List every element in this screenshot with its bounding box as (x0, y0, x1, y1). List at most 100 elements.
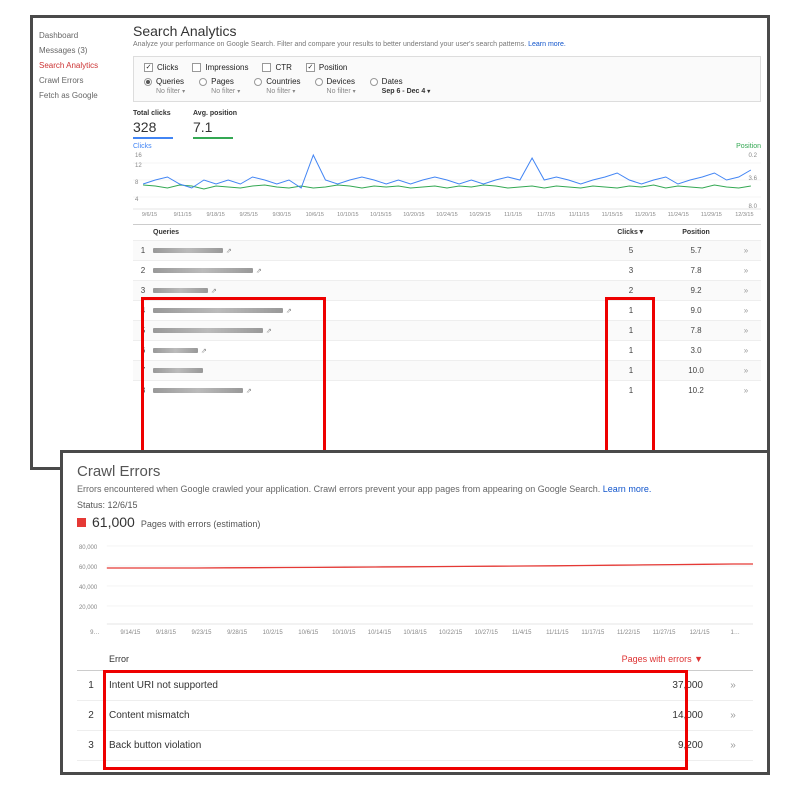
sidebar-item-crawl-errors[interactable]: Crawl Errors (39, 73, 128, 88)
external-link-icon: ⇗ (246, 388, 252, 395)
metric-underline-green (193, 137, 233, 139)
status-label: Status: (77, 500, 108, 510)
legend-position: Position (736, 143, 761, 150)
metric-checkboxes: ✓Clicks Impressions CTR ✓Position (144, 63, 750, 72)
checkbox-position[interactable]: ✓Position (306, 63, 347, 72)
filter-panel: ✓Clicks Impressions CTR ✓Position Querie… (133, 56, 761, 102)
chevron-double-right-icon[interactable]: » (744, 246, 748, 255)
legend-clicks: Clicks (133, 143, 152, 150)
chevron-double-right-icon[interactable]: » (744, 346, 748, 355)
table-row[interactable]: 1 Intent URI not supported 37,000 » (77, 671, 753, 701)
table-row[interactable]: 4⇗19.0» (133, 300, 761, 320)
crawl-errors-chart: 80,000 60,000 40,000 20,000 (77, 536, 753, 626)
chevron-double-right-icon[interactable]: » (744, 306, 748, 315)
page-title: Search Analytics (133, 23, 761, 39)
table-row[interactable]: 5⇗17.8» (133, 320, 761, 340)
error-name: Content mismatch (105, 710, 573, 721)
svg-text:4: 4 (135, 197, 139, 203)
sidebar-item-messages[interactable]: Messages (3) (39, 43, 128, 58)
learn-more-link[interactable]: Learn more. (528, 41, 566, 48)
checkbox-position-label: Position (319, 63, 347, 72)
radio-countries[interactable]: Countries (254, 77, 300, 86)
col-queries[interactable]: Queries (153, 229, 333, 236)
caret-down-icon: ▾ (427, 88, 430, 95)
table-row[interactable]: 3⇗29.2» (133, 280, 761, 300)
radio-dates[interactable]: Dates (370, 77, 403, 86)
page-subtitle: Analyze your performance on Google Searc… (133, 41, 761, 48)
metric-cards: Total clicks 328 Avg. position 7.1 (133, 110, 761, 139)
main-content: Search Analytics Analyze your performanc… (133, 23, 761, 400)
metric-value: 7.1 (193, 117, 237, 137)
table-row[interactable]: 7110.0» (133, 360, 761, 380)
sidebar: Dashboard Messages (3) Search Analytics … (33, 18, 128, 103)
chevron-double-right-icon[interactable]: » (744, 266, 748, 275)
sidebar-item-dashboard[interactable]: Dashboard (39, 28, 128, 43)
search-analytics-panel: Dashboard Messages (3) Search Analytics … (30, 15, 770, 470)
external-link-icon: ⇗ (226, 248, 232, 255)
legend-square-icon (77, 518, 86, 527)
metric-total-clicks: Total clicks 328 (133, 110, 173, 139)
filter-queries[interactable]: No filter▾ (144, 88, 185, 95)
col-error[interactable]: Error (105, 654, 573, 664)
filter-dates[interactable]: Sep 6 - Dec 4▾ (370, 88, 431, 95)
filter-pages[interactable]: No filter▾ (199, 88, 240, 95)
error-count-suffix: Pages with errors (estimation) (141, 519, 261, 529)
chevron-double-right-icon[interactable]: » (744, 386, 748, 395)
sidebar-item-search-analytics[interactable]: Search Analytics (39, 58, 128, 73)
external-link-icon: ⇗ (266, 328, 272, 335)
table-row[interactable]: 2⇗37.8» (133, 260, 761, 280)
caret-down-icon: ▾ (292, 88, 295, 95)
subtitle-text: Errors encountered when Google crawled y… (77, 484, 603, 494)
table-row[interactable]: 8⇗110.2» (133, 380, 761, 400)
checkbox-impressions[interactable]: Impressions (192, 63, 248, 72)
chevron-double-right-icon[interactable]: » (730, 710, 736, 721)
svg-text:80,000: 80,000 (79, 545, 98, 551)
filter-devices[interactable]: No filter▾ (315, 88, 356, 95)
chevron-double-right-icon[interactable]: » (744, 326, 748, 335)
error-pages: 9,200 (573, 740, 713, 751)
chevron-double-right-icon[interactable]: » (730, 680, 736, 691)
caret-down-icon: ▾ (237, 88, 240, 95)
col-position[interactable]: Position (661, 229, 731, 236)
metric-label: Total clicks (133, 110, 173, 117)
filter-countries[interactable]: No filter▾ (254, 88, 295, 95)
query-table-body: 1⇗55.7» 2⇗37.8» 3⇗29.2» 4⇗19.0» 5⇗17.8» … (133, 240, 761, 400)
checkbox-clicks[interactable]: ✓Clicks (144, 63, 178, 72)
error-pages: 37,000 (573, 680, 713, 691)
chevron-double-right-icon[interactable]: » (744, 366, 748, 375)
status-date: 12/6/15 (108, 500, 138, 510)
metric-label: Avg. position (193, 110, 237, 117)
radio-devices[interactable]: Devices (315, 77, 355, 86)
external-link-icon: ⇗ (201, 348, 207, 355)
caret-down-icon: ▾ (353, 88, 356, 95)
error-table-header: Error Pages with errors ▼ (77, 648, 753, 671)
chevron-double-right-icon[interactable]: » (744, 286, 748, 295)
svg-text:60,000: 60,000 (79, 565, 98, 571)
checkbox-ctr[interactable]: CTR (262, 63, 291, 72)
sidebar-item-fetch-as-google[interactable]: Fetch as Google (39, 88, 128, 103)
radio-pages[interactable]: Pages (199, 77, 234, 86)
col-clicks[interactable]: Clicks▼ (601, 229, 661, 236)
metric-underline-blue (133, 137, 173, 139)
col-pages-with-errors[interactable]: Pages with errors ▼ (573, 654, 713, 664)
learn-more-link[interactable]: Learn more. (603, 484, 652, 494)
line-chart: 16 12 8 4 0.2 3.6 8.0 (133, 150, 761, 210)
table-row[interactable]: 6⇗13.0» (133, 340, 761, 360)
metric-avg-position: Avg. position 7.1 (193, 110, 237, 139)
dimension-radios: Queries No filter▾ Pages No filter▾ Coun… (144, 77, 750, 95)
chevron-double-right-icon[interactable]: » (730, 740, 736, 751)
caret-down-icon: ▾ (182, 88, 185, 95)
checkbox-ctr-label: CTR (275, 63, 291, 72)
svg-text:40,000: 40,000 (79, 585, 98, 591)
radio-queries[interactable]: Queries (144, 77, 184, 86)
query-table-header: Queries Clicks▼ Position (133, 224, 761, 240)
external-link-icon: ⇗ (286, 308, 292, 315)
svg-text:0.2: 0.2 (749, 153, 758, 159)
external-link-icon: ⇗ (256, 268, 262, 275)
table-row[interactable]: 3 Back button violation 9,200 » (77, 731, 753, 761)
table-row[interactable]: 1⇗55.7» (133, 240, 761, 260)
table-row[interactable]: 2 Content mismatch 14,000 » (77, 701, 753, 731)
chart-x-axis: 9…9/14/159/18/159/23/159/28/1510/2/1510/… (77, 630, 753, 636)
chart-legend: Clicks Position (133, 143, 761, 150)
crawl-errors-panel: Crawl Errors Errors encountered when Goo… (60, 450, 770, 775)
